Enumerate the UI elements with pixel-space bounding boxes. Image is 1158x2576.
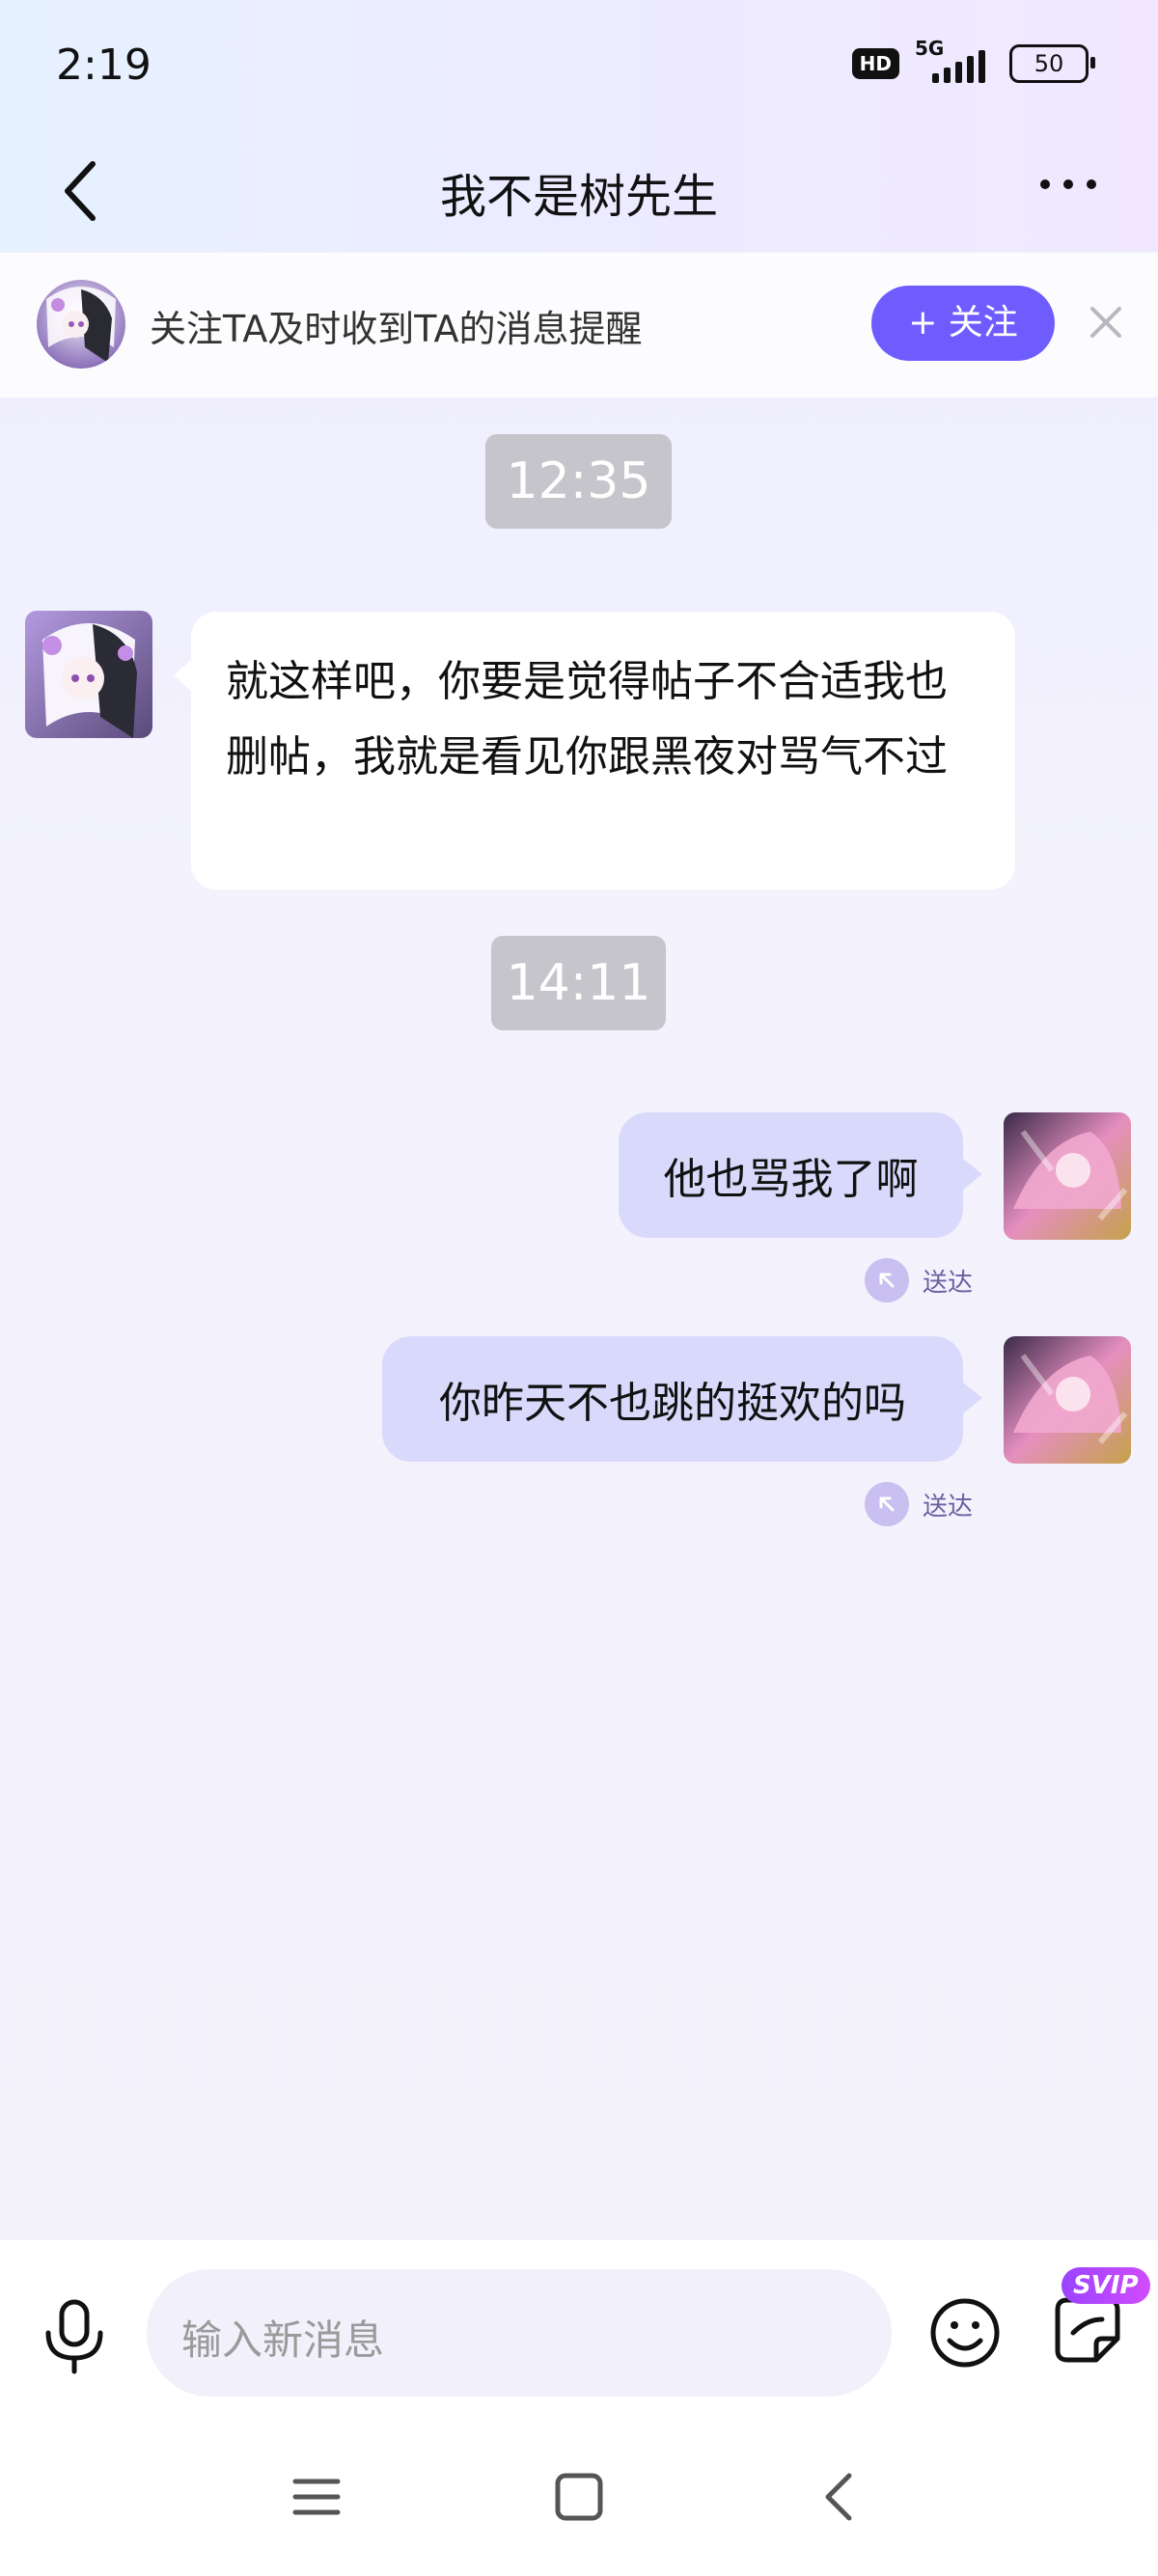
message-input-placeholder: 输入新消息: [181, 2316, 385, 2364]
more-icon[interactable]: [1040, 179, 1096, 189]
delivery-status-text: 送达: [923, 1492, 974, 1521]
outgoing-message-text: 你昨天不也跳的挺欢的吗: [439, 1379, 906, 1428]
home-icon[interactable]: [550, 2468, 608, 2526]
hd-icon: HD: [851, 48, 899, 79]
nav-back-icon[interactable]: [813, 2468, 870, 2526]
status-time: 2:19: [56, 41, 152, 90]
microphone-icon[interactable]: [41, 2298, 108, 2375]
delivered-icon: [865, 1258, 909, 1302]
follow-button[interactable]: + 关注: [871, 286, 1055, 361]
incoming-message-text: 就这样吧，你要是觉得帖子不合适我也删帖，我就是看见你跟黑夜对骂气不过: [226, 657, 948, 781]
incoming-message-bubble[interactable]: 就这样吧，你要是觉得帖子不合适我也删帖，我就是看见你跟黑夜对骂气不过: [174, 612, 1015, 890]
message-input[interactable]: 输入新消息: [147, 2269, 892, 2397]
timestamp: 12:35: [485, 434, 672, 529]
status-icons: HD 5G 50: [851, 37, 1095, 83]
delivery-status: 送达: [865, 1482, 973, 1526]
svip-badge: SVIP: [1062, 2267, 1150, 2304]
timestamp: 14:11: [491, 936, 666, 1030]
contact-avatar[interactable]: [25, 611, 152, 738]
signal-icon: 5G: [915, 37, 994, 83]
message-input-bar: 输入新消息 SVIP: [0, 2240, 1158, 2414]
battery-level: 50: [1034, 50, 1064, 77]
delivered-icon: [865, 1482, 909, 1526]
battery-icon: 50: [1009, 44, 1095, 83]
close-icon[interactable]: [1089, 305, 1123, 340]
outgoing-message-bubble[interactable]: 你昨天不也跳的挺欢的吗: [382, 1336, 982, 1462]
status-bar: 2:19 HD 5G 50: [0, 0, 1158, 135]
emoji-icon[interactable]: [928, 2296, 1002, 2370]
outgoing-message-bubble[interactable]: 他也骂我了啊: [619, 1112, 982, 1238]
follow-prompt-text: 关注TA及时收到TA的消息提醒: [150, 308, 643, 350]
outgoing-message-text: 他也骂我了啊: [663, 1155, 919, 1204]
delivery-status-text: 送达: [923, 1268, 974, 1298]
chat-header: 我不是树先生: [0, 135, 1158, 251]
chat-title: 我不是树先生: [439, 170, 718, 224]
contact-avatar-small[interactable]: [37, 280, 125, 369]
self-avatar[interactable]: [1004, 1336, 1131, 1464]
follow-prompt-bar: 关注TA及时收到TA的消息提醒 + 关注: [0, 253, 1158, 397]
self-avatar[interactable]: [1004, 1112, 1131, 1240]
system-navigation-bar: [0, 2414, 1158, 2576]
menu-icon[interactable]: [288, 2468, 345, 2526]
delivery-status: 送达: [865, 1258, 973, 1302]
